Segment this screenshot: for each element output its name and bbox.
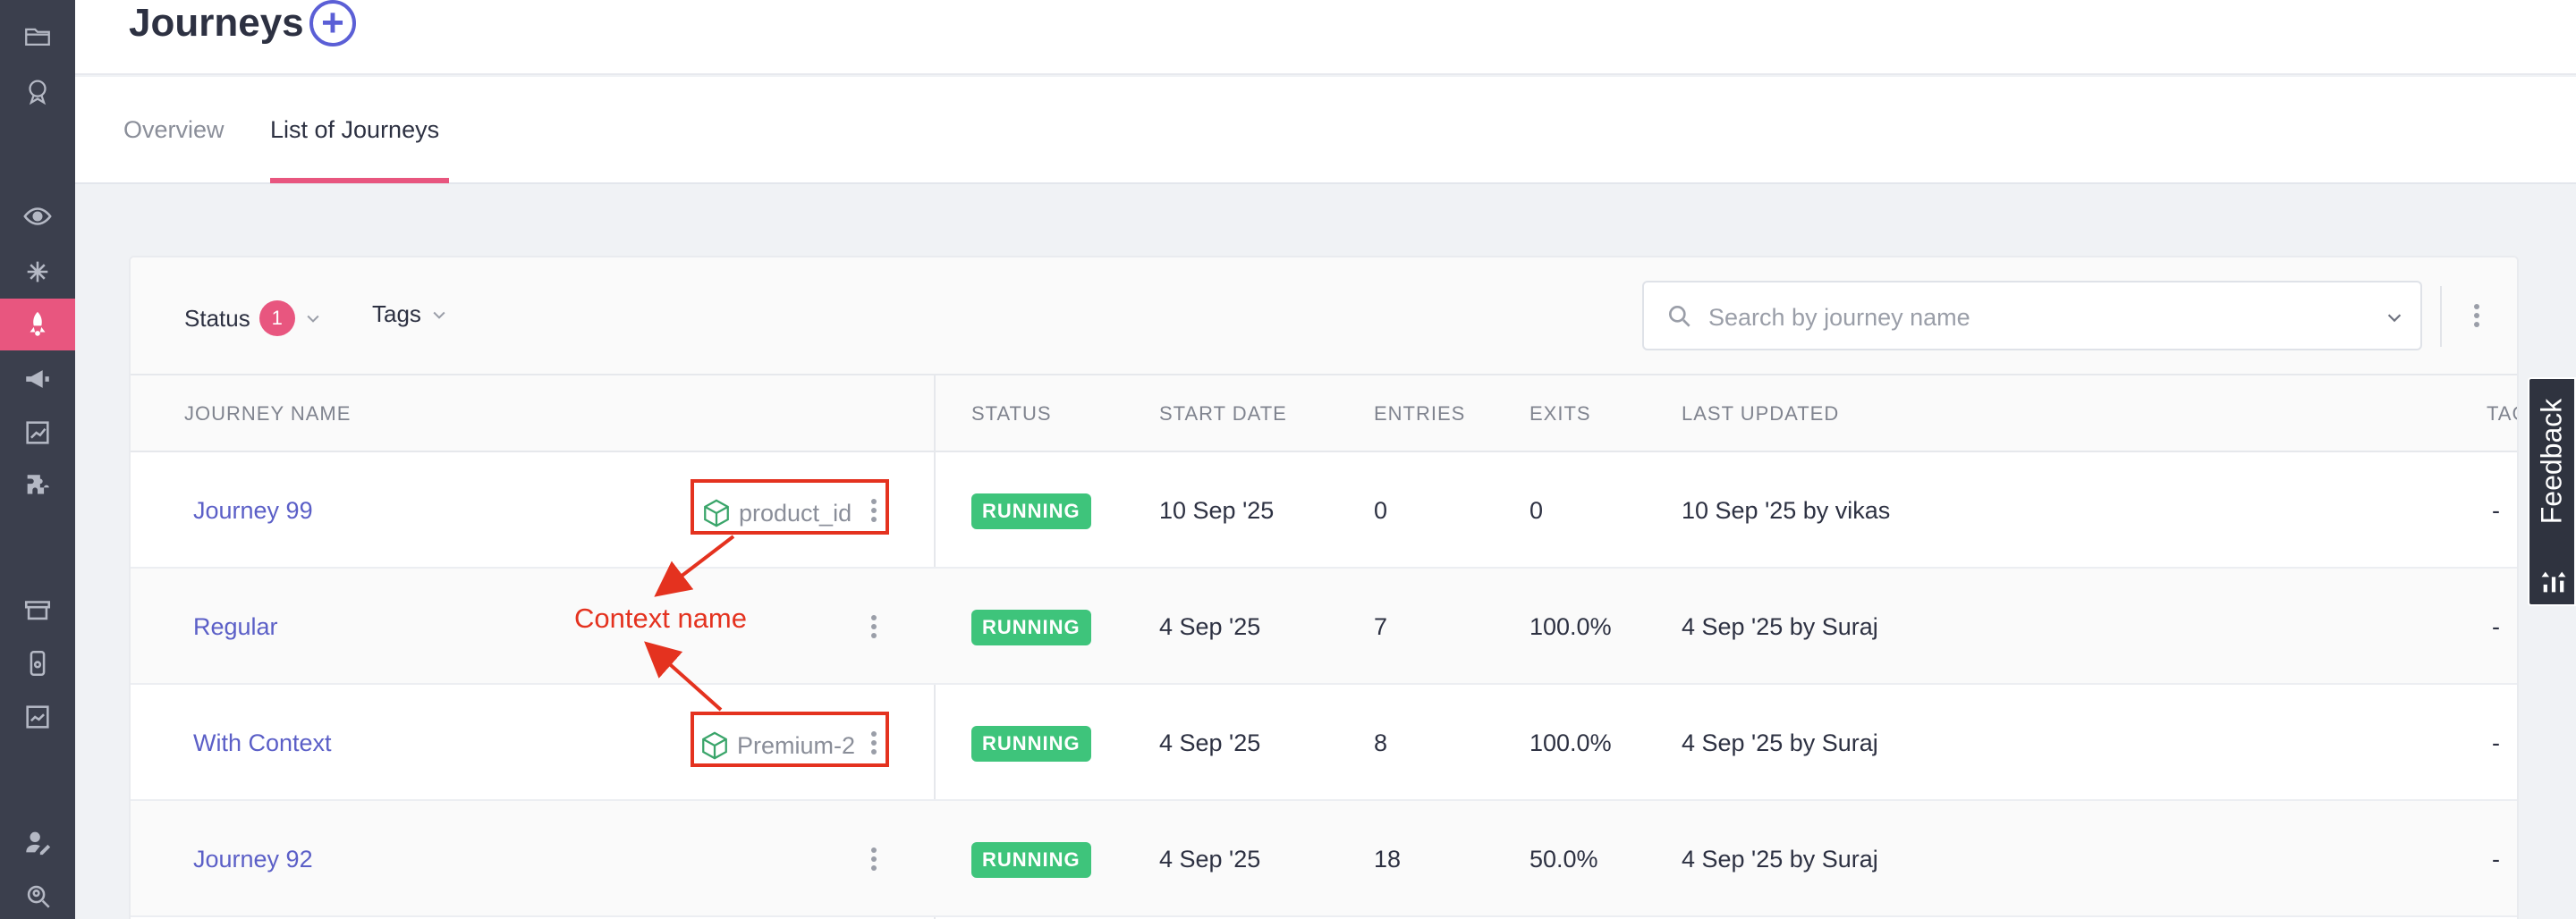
row-more-options-icon[interactable] xyxy=(871,611,877,642)
start-date: 4 Sep '25 xyxy=(1159,613,1261,640)
table-row[interactable]: Journey 99 product_id RUNNING 10 Sep '25… xyxy=(131,452,2517,569)
feedback-icon xyxy=(2541,571,2566,593)
last-updated: 4 Sep '25 by Suraj xyxy=(1682,613,1878,640)
entries-value: 0 xyxy=(1374,497,1388,524)
journey-name-link[interactable]: Journey 92 xyxy=(193,846,313,873)
store-icon[interactable] xyxy=(20,592,55,628)
tags-value: - xyxy=(2492,729,2500,756)
journey-name-link[interactable]: Regular xyxy=(193,613,278,641)
status-filter[interactable]: Status 1 xyxy=(184,300,322,336)
badge-icon[interactable] xyxy=(20,73,55,109)
last-updated: 4 Sep '25 by Suraj xyxy=(1682,729,1878,756)
column-header-status[interactable]: STATUS xyxy=(971,402,1052,426)
exits-value: 50.0% xyxy=(1530,846,1598,873)
tags-value: - xyxy=(2492,846,2500,873)
tab-overview[interactable]: Overview xyxy=(123,116,225,144)
divider xyxy=(2440,286,2442,347)
chart-icon[interactable] xyxy=(20,415,55,451)
tags-filter-label: Tags xyxy=(372,300,421,327)
tags-filter[interactable]: Tags xyxy=(372,300,448,328)
tab-bar: Overview List of Journeys xyxy=(75,77,2576,184)
table-row[interactable]: Regular RUNNING 4 Sep '25 7 100.0% 4 Sep… xyxy=(131,569,2517,685)
sparkle-icon[interactable] xyxy=(20,254,55,290)
search-icon xyxy=(1669,306,1690,327)
status-filter-count: 1 xyxy=(258,300,295,336)
column-header-journey-name[interactable]: JOURNEY NAME xyxy=(184,402,351,426)
active-tab-underline xyxy=(270,178,449,183)
entries-value: 8 xyxy=(1374,729,1388,756)
table-row[interactable]: Journey 92 RUNNING 4 Sep '25 18 50.0% 4 … xyxy=(131,801,2517,917)
chevron-down-icon xyxy=(433,311,445,319)
user-edit-icon[interactable] xyxy=(20,824,55,860)
feedback-tab[interactable]: Feedback xyxy=(2528,377,2576,606)
column-header-entries[interactable]: ENTRIES xyxy=(1374,402,1465,426)
journey-name-link[interactable]: Journey 99 xyxy=(193,497,313,525)
journeys-card: Status 1 Tags Search by journey name JOU… xyxy=(129,256,2519,919)
table-header: JOURNEY NAME STATUS START DATE ENTRIES E… xyxy=(131,375,2517,452)
more-options-icon[interactable] xyxy=(2474,300,2479,331)
tab-list-of-journeys[interactable]: List of Journeys xyxy=(270,116,439,144)
last-updated: 4 Sep '25 by Suraj xyxy=(1682,846,1878,873)
phone-icon[interactable] xyxy=(20,645,55,681)
tags-value: - xyxy=(2492,613,2500,640)
filter-bar: Status 1 Tags Search by journey name xyxy=(131,257,2517,375)
folder-icon[interactable] xyxy=(20,18,55,54)
annotation-label: Context name xyxy=(574,603,747,634)
row-more-options-icon[interactable] xyxy=(871,844,877,874)
exits-value: 100.0% xyxy=(1530,729,1612,756)
search-placeholder: Search by journey name xyxy=(1708,304,1970,331)
annotation-box-context-2 xyxy=(691,712,889,767)
status-badge: RUNNING xyxy=(971,610,1091,645)
entries-value: 18 xyxy=(1374,846,1402,873)
chevron-down-icon xyxy=(307,315,319,323)
megaphone-icon[interactable] xyxy=(20,361,55,397)
entries-value: 7 xyxy=(1374,613,1388,640)
left-sidebar xyxy=(0,0,75,919)
rocket-icon[interactable] xyxy=(20,307,55,342)
tags-value: - xyxy=(2492,497,2500,524)
status-filter-label: Status xyxy=(184,304,250,332)
exits-value: 0 xyxy=(1530,497,1544,524)
start-date: 4 Sep '25 xyxy=(1159,846,1261,873)
feedback-label: Feedback xyxy=(2535,398,2568,525)
page-header: Journeys + xyxy=(75,0,2576,75)
puzzle-icon[interactable] xyxy=(20,468,55,504)
column-header-start-date[interactable]: START DATE xyxy=(1159,402,1287,426)
start-date: 10 Sep '25 xyxy=(1159,497,1275,524)
add-journey-button[interactable]: + xyxy=(309,0,356,46)
chevron-down-icon[interactable] xyxy=(2385,308,2404,327)
start-date: 4 Sep '25 xyxy=(1159,729,1261,756)
last-updated: 10 Sep '25 by vikas xyxy=(1682,497,1891,524)
column-header-last-updated[interactable]: LAST UPDATED xyxy=(1682,402,1839,426)
page-title: Journeys xyxy=(129,1,304,45)
column-header-exits[interactable]: EXITS xyxy=(1530,402,1591,426)
status-badge: RUNNING xyxy=(971,842,1091,878)
journey-name-link[interactable]: With Context xyxy=(193,729,332,757)
exits-value: 100.0% xyxy=(1530,613,1612,640)
status-badge: RUNNING xyxy=(971,493,1091,529)
table-row[interactable]: With Context Premium-2 RUNNING 4 Sep '25… xyxy=(131,685,2517,801)
search-user-icon[interactable] xyxy=(20,878,55,914)
annotation-box-context-1 xyxy=(691,479,889,535)
column-header-tags[interactable]: TAG xyxy=(2487,402,2517,426)
search-input[interactable]: Search by journey name xyxy=(1642,281,2422,350)
eye-icon[interactable] xyxy=(20,198,55,234)
report-icon[interactable] xyxy=(20,699,55,735)
status-badge: RUNNING xyxy=(971,726,1091,762)
